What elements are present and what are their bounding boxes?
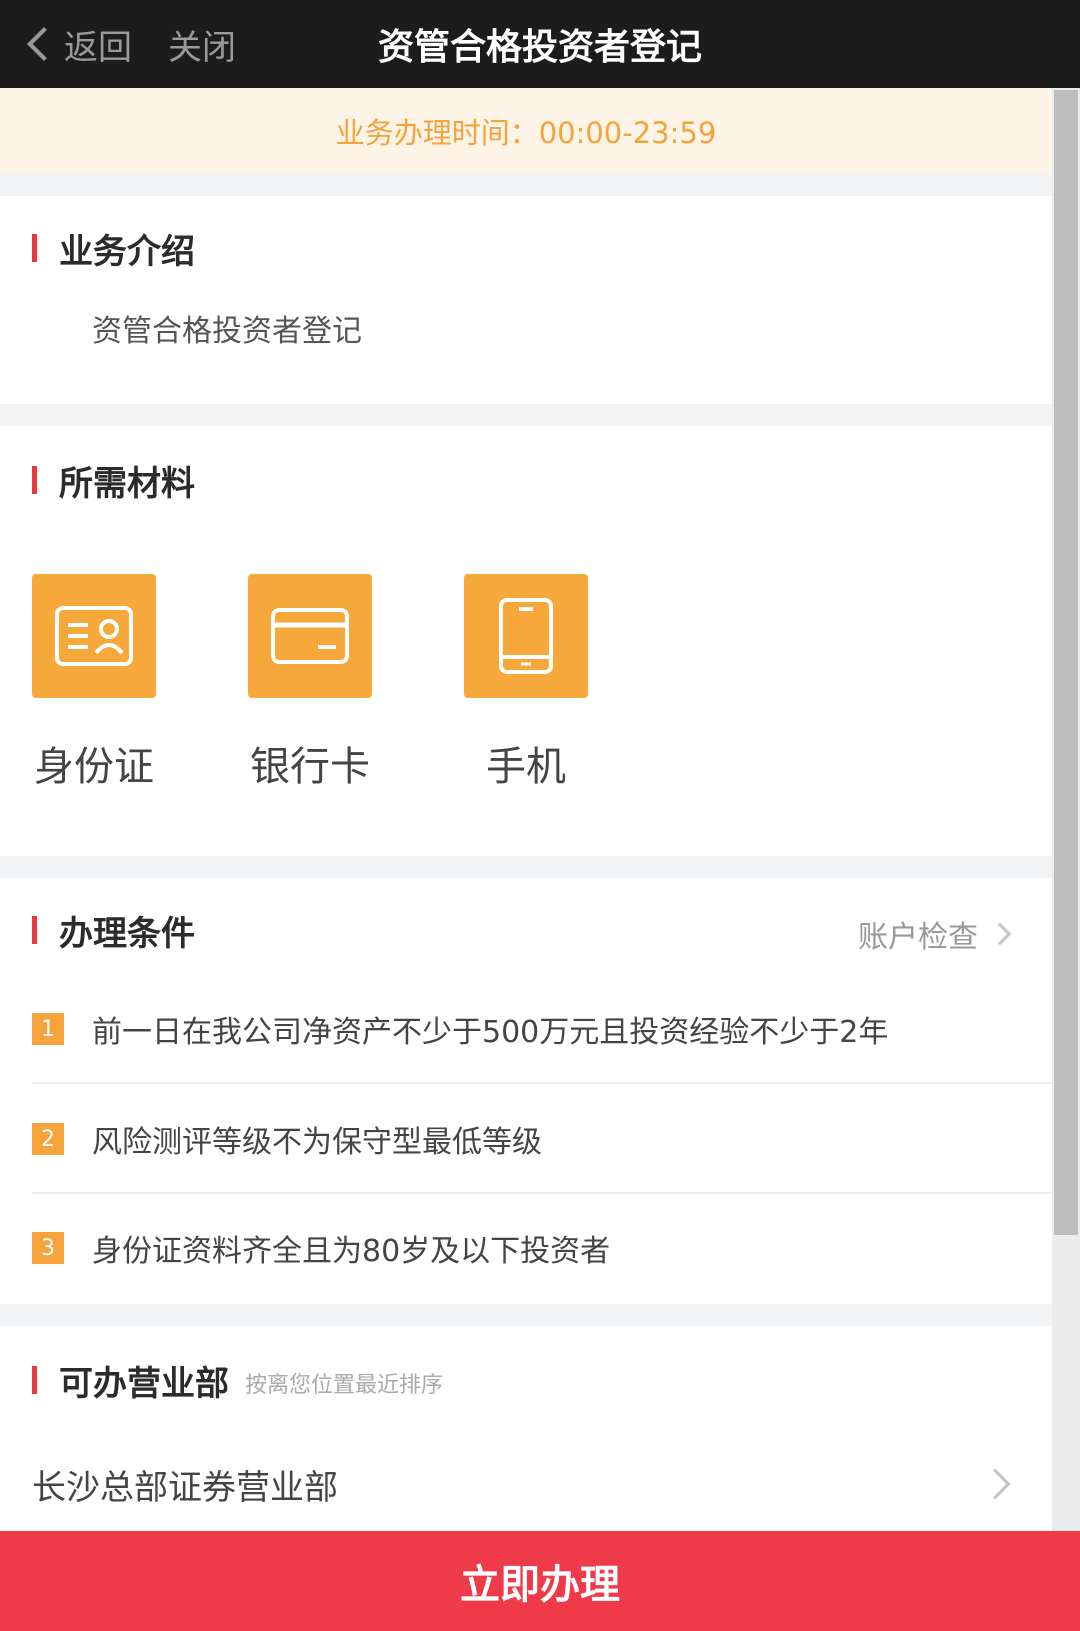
- chevron-right-icon: [988, 922, 1012, 946]
- chevron-right-icon: [979, 1468, 1011, 1500]
- section-marker: [32, 916, 37, 944]
- branches-section-title: 可办营业部: [59, 1363, 229, 1404]
- back-label: 返回: [64, 27, 132, 68]
- scrollbar-thumb[interactable]: [1054, 90, 1078, 1235]
- material-label: 银行卡: [250, 744, 370, 790]
- condition-text: 风险测评等级不为保守型最低等级: [92, 1125, 542, 1160]
- condition-number: 3: [32, 1232, 64, 1264]
- condition-text: 身份证资料齐全且为80岁及以下投资者: [92, 1234, 611, 1269]
- bank-card-icon: [248, 574, 372, 698]
- condition-text: 前一日在我公司净资产不少于500万元且投资经验不少于2年: [92, 1015, 889, 1050]
- condition-number: 1: [32, 1013, 64, 1045]
- conditions-section-header: 办理条件: [32, 908, 195, 954]
- section-marker: [32, 1366, 37, 1394]
- condition-row-3: 3 身份证资料齐全且为80岁及以下投资者: [32, 1194, 1052, 1302]
- business-hours-banner: 业务办理时间：00:00-23:59: [0, 88, 1052, 174]
- materials-section-header: 所需材料: [32, 458, 195, 504]
- apply-now-button[interactable]: 立即办理: [0, 1531, 1080, 1631]
- id-card-icon: [32, 574, 156, 698]
- condition-row-1: 1 前一日在我公司净资产不少于500万元且投资经验不少于2年: [32, 976, 1052, 1084]
- mobile-phone-icon: [464, 574, 588, 698]
- material-item-bank-card: 银行卡: [248, 574, 464, 792]
- close-button[interactable]: 关闭: [168, 18, 236, 70]
- material-label: 身份证: [34, 744, 154, 790]
- branch-item[interactable]: 长沙总部证券营业部: [32, 1444, 1020, 1524]
- branches-section-subtitle: 按离您位置最近排序: [245, 1373, 444, 1398]
- materials-section-title: 所需材料: [59, 463, 195, 504]
- chevron-left-icon: [27, 27, 61, 61]
- material-item-id-card: 身份证: [32, 574, 248, 792]
- branches-section-header: 可办营业部 按离您位置最近排序: [32, 1358, 444, 1404]
- material-item-mobile: 手机: [464, 574, 680, 792]
- account-check-link[interactable]: 账户检查: [858, 912, 1012, 956]
- condition-number: 2: [32, 1123, 64, 1155]
- section-marker: [32, 466, 37, 494]
- condition-row-2: 2 风险测评等级不为保守型最低等级: [32, 1086, 1052, 1194]
- section-marker: [32, 234, 37, 262]
- branch-name: 长沙总部证券营业部: [32, 1467, 338, 1508]
- top-navbar: 返回 关闭 资管合格投资者登记: [0, 0, 1080, 88]
- materials-list: 身份证 银行卡 手机: [32, 574, 680, 792]
- intro-section-title: 业务介绍: [59, 231, 195, 272]
- material-label: 手机: [486, 744, 566, 790]
- intro-section-header: 业务介绍: [32, 226, 195, 272]
- intro-text: 资管合格投资者登记: [92, 314, 362, 349]
- page-title: 资管合格投资者登记: [377, 27, 702, 68]
- account-check-label: 账户检查: [858, 920, 978, 955]
- back-button[interactable]: 返回: [20, 18, 132, 70]
- conditions-section-title: 办理条件: [59, 913, 195, 954]
